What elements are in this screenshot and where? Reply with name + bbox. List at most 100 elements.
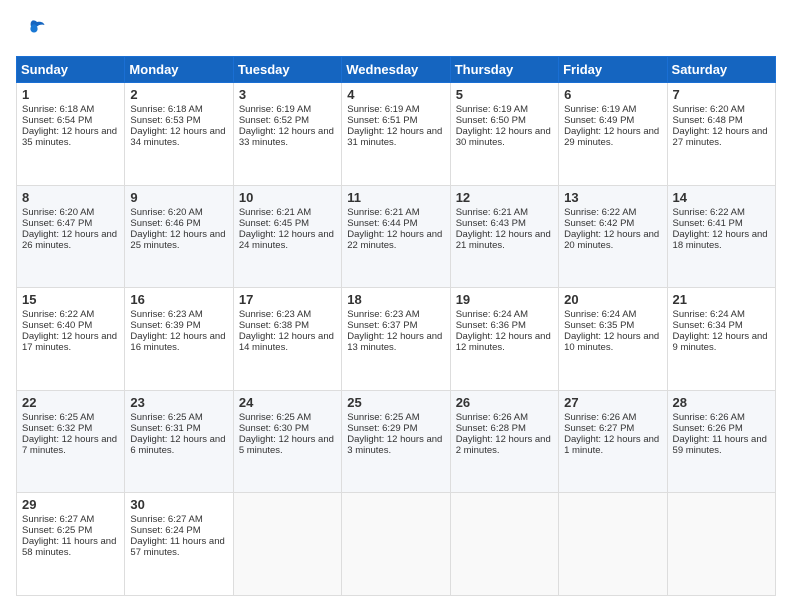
day-number: 25 [347,395,444,410]
day-number: 20 [564,292,661,307]
day-number: 12 [456,190,553,205]
day-number: 27 [564,395,661,410]
calendar-cell: 19Sunrise: 6:24 AMSunset: 6:36 PMDayligh… [450,288,558,391]
daylight: Daylight: 12 hours and 7 minutes. [22,434,117,456]
sunrise: Sunrise: 6:21 AM [347,207,419,218]
calendar-cell: 10Sunrise: 6:21 AMSunset: 6:45 PMDayligh… [233,185,341,288]
daylight: Daylight: 11 hours and 58 minutes. [22,536,116,558]
sunrise: Sunrise: 6:26 AM [456,412,528,423]
daylight: Daylight: 12 hours and 14 minutes. [239,331,334,353]
calendar-cell: 7 Sunrise: 6:20 AMSunset: 6:48 PMDaylight… [667,83,775,186]
sunset: Sunset: 6:34 PM [673,320,743,331]
day-number: 24 [239,395,336,410]
calendar-cell: 17Sunrise: 6:23 AMSunset: 6:38 PMDayligh… [233,288,341,391]
sunset: Sunset: 6:38 PM [239,320,309,331]
sunrise: Sunrise: 6:26 AM [673,412,745,423]
weekday-header-saturday: Saturday [667,57,775,83]
weekday-header-monday: Monday [125,57,233,83]
calendar-cell: 12Sunrise: 6:21 AMSunset: 6:43 PMDayligh… [450,185,558,288]
daylight: Daylight: 12 hours and 27 minutes. [673,126,768,148]
sunrise: Sunrise: 6:23 AM [347,309,419,320]
weekday-header-friday: Friday [559,57,667,83]
calendar-cell: 22Sunrise: 6:25 AMSunset: 6:32 PMDayligh… [17,390,125,493]
day-number: 30 [130,497,227,512]
calendar-cell: 9Sunrise: 6:20 AMSunset: 6:46 PMDaylight… [125,185,233,288]
daylight: Daylight: 12 hours and 2 minutes. [456,434,551,456]
calendar-cell: 30Sunrise: 6:27 AMSunset: 6:24 PMDayligh… [125,493,233,596]
sunrise: Sunrise: 6:22 AM [22,309,94,320]
calendar-cell: 14Sunrise: 6:22 AMSunset: 6:41 PMDayligh… [667,185,775,288]
day-number: 7 [673,87,770,102]
sunrise: Sunrise: 6:22 AM [564,207,636,218]
sunrise: Sunrise: 6:23 AM [130,309,202,320]
sunrise: Sunrise: 6:19 AM [239,104,311,115]
day-number: 3 [239,87,336,102]
sunrise: Sunrise: 6:22 AM [673,207,745,218]
day-number: 23 [130,395,227,410]
weekday-header-thursday: Thursday [450,57,558,83]
sunrise: Sunrise: 6:21 AM [239,207,311,218]
calendar-cell: 3Sunrise: 6:19 AMSunset: 6:52 PMDaylight… [233,83,341,186]
sunrise: Sunrise: 6:25 AM [239,412,311,423]
header [16,16,776,46]
sunrise: Sunrise: 6:25 AM [22,412,94,423]
calendar-cell: 18Sunrise: 6:23 AMSunset: 6:37 PMDayligh… [342,288,450,391]
sunrise: Sunrise: 6:20 AM [22,207,94,218]
sunset: Sunset: 6:49 PM [564,115,634,126]
day-number: 8 [22,190,119,205]
week-row-4: 22Sunrise: 6:25 AMSunset: 6:32 PMDayligh… [17,390,776,493]
sunset: Sunset: 6:47 PM [22,218,92,229]
day-number: 28 [673,395,770,410]
sunrise: Sunrise: 6:23 AM [239,309,311,320]
sunset: Sunset: 6:40 PM [22,320,92,331]
day-number: 21 [673,292,770,307]
sunrise: Sunrise: 6:19 AM [347,104,419,115]
sunset: Sunset: 6:41 PM [673,218,743,229]
sunset: Sunset: 6:51 PM [347,115,417,126]
sunrise: Sunrise: 6:20 AM [673,104,745,115]
page: SundayMondayTuesdayWednesdayThursdayFrid… [0,0,792,612]
weekday-header-row: SundayMondayTuesdayWednesdayThursdayFrid… [17,57,776,83]
daylight: Daylight: 12 hours and 25 minutes. [130,229,225,251]
day-number: 15 [22,292,119,307]
daylight: Daylight: 12 hours and 29 minutes. [564,126,659,148]
sunrise: Sunrise: 6:19 AM [456,104,528,115]
calendar-cell: 4Sunrise: 6:19 AMSunset: 6:51 PMDaylight… [342,83,450,186]
sunset: Sunset: 6:27 PM [564,423,634,434]
weekday-header-tuesday: Tuesday [233,57,341,83]
sunset: Sunset: 6:25 PM [22,525,92,536]
sunset: Sunset: 6:48 PM [673,115,743,126]
sunset: Sunset: 6:24 PM [130,525,200,536]
daylight: Daylight: 12 hours and 34 minutes. [130,126,225,148]
day-number: 11 [347,190,444,205]
calendar-cell: 24Sunrise: 6:25 AMSunset: 6:30 PMDayligh… [233,390,341,493]
sunset: Sunset: 6:46 PM [130,218,200,229]
daylight: Daylight: 12 hours and 12 minutes. [456,331,551,353]
daylight: Daylight: 12 hours and 33 minutes. [239,126,334,148]
calendar-cell: 27Sunrise: 6:26 AMSunset: 6:27 PMDayligh… [559,390,667,493]
calendar-cell [559,493,667,596]
daylight: Daylight: 12 hours and 1 minute. [564,434,659,456]
week-row-1: 1Sunrise: 6:18 AMSunset: 6:54 PMDaylight… [17,83,776,186]
day-number: 4 [347,87,444,102]
calendar-cell [342,493,450,596]
sunset: Sunset: 6:26 PM [673,423,743,434]
daylight: Daylight: 12 hours and 10 minutes. [564,331,659,353]
sunset: Sunset: 6:30 PM [239,423,309,434]
sunrise: Sunrise: 6:25 AM [130,412,202,423]
sunset: Sunset: 6:44 PM [347,218,417,229]
day-number: 18 [347,292,444,307]
daylight: Daylight: 12 hours and 30 minutes. [456,126,551,148]
sunrise: Sunrise: 6:24 AM [673,309,745,320]
daylight: Daylight: 12 hours and 22 minutes. [347,229,442,251]
sunrise: Sunrise: 6:27 AM [130,514,202,525]
sunset: Sunset: 6:53 PM [130,115,200,126]
calendar-cell: 26Sunrise: 6:26 AMSunset: 6:28 PMDayligh… [450,390,558,493]
day-number: 2 [130,87,227,102]
sunrise: Sunrise: 6:24 AM [456,309,528,320]
sunrise: Sunrise: 6:21 AM [456,207,528,218]
day-number: 9 [130,190,227,205]
calendar-cell: 15Sunrise: 6:22 AMSunset: 6:40 PMDayligh… [17,288,125,391]
day-number: 6 [564,87,661,102]
logo-icon [16,16,46,46]
